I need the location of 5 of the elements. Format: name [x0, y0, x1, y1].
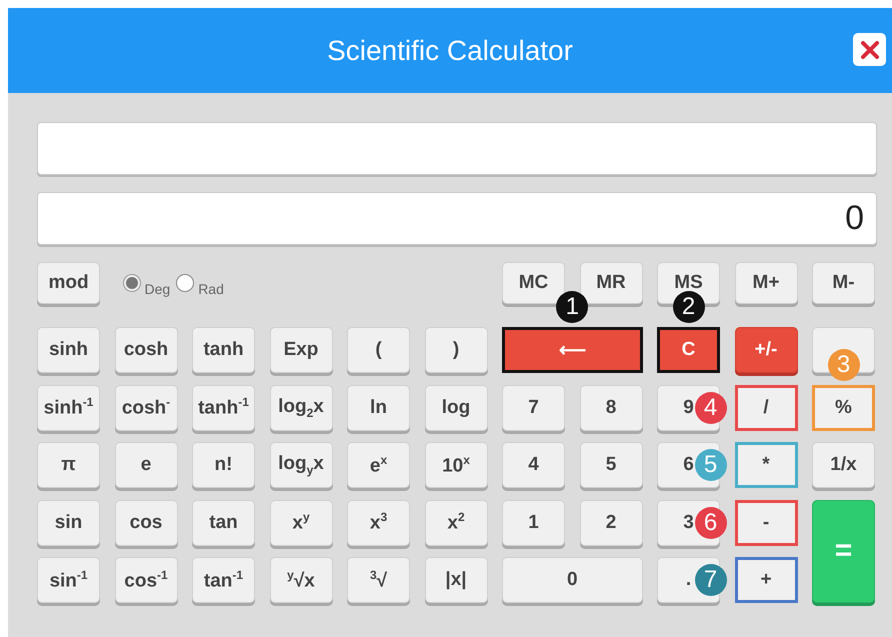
radio-label: Rad: [198, 281, 224, 297]
radio-label: Deg: [144, 281, 170, 297]
step-number-tooltip: 1: [556, 291, 588, 323]
result-value: 0: [845, 199, 864, 238]
window-title: Scientific Calculator: [327, 34, 573, 66]
